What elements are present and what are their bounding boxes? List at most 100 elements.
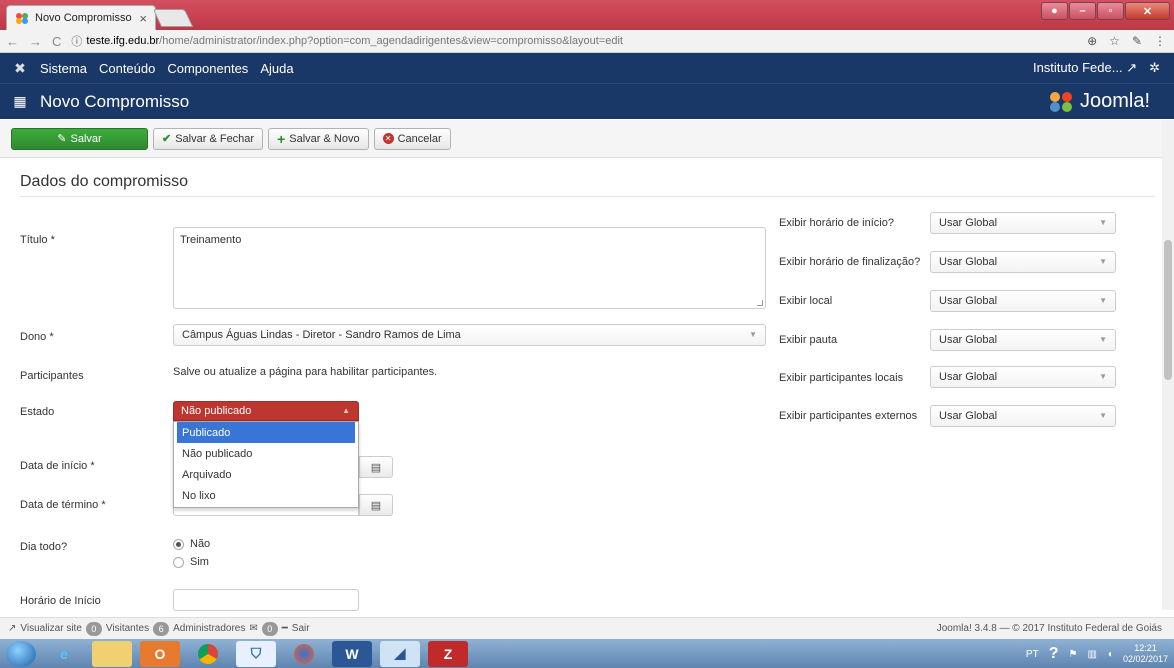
mail-icon: ✉ [249,623,258,634]
firefox-icon[interactable] [284,641,324,667]
joomla-favicon-icon [16,13,28,24]
cancel-icon: ✕ [382,133,394,144]
chevron-down-icon: ▼ [749,330,757,339]
cancel-label: Cancelar [397,132,442,145]
view-site-link[interactable]: Visualizar site [20,623,82,634]
url-field[interactable]: ⓘ teste.ifg.edu.br /home/administrator/i… [71,33,623,49]
extension-icon[interactable]: ✎ [1132,34,1142,48]
dono-label: Dono * [20,331,54,343]
back-icon[interactable]: ← [6,34,19,49]
data-termino-calendar-button[interactable]: ▤ [359,494,393,516]
option-select-5[interactable]: Usar Global ▼ [930,405,1116,427]
calendar-icon: ▤ [370,499,382,512]
horario-inicio-input[interactable] [173,589,359,611]
reload-icon[interactable]: C [52,34,61,49]
estado-option-no-lixo[interactable]: No lixo [174,485,358,506]
address-bar: ← → C ⓘ teste.ifg.edu.br /home/administr… [0,30,1174,53]
estado-option-publicado[interactable]: Publicado [177,422,355,443]
joomla-logo-icon[interactable]: ✖ [0,60,40,77]
minimize-button[interactable]: – [1069,2,1096,20]
check-icon: ✔ [162,133,172,145]
new-tab-button[interactable] [152,9,194,27]
page-scrollbar[interactable] [1162,120,1174,610]
estado-select[interactable]: Não publicado ▲ [173,401,359,421]
participantes-text: Salve ou atualize a página para habilita… [173,366,438,378]
option-select-3[interactable]: Usar Global ▼ [930,329,1116,351]
save-button[interactable]: ✎ Salvar [11,127,148,150]
data-inicio-label: Data de início * [20,460,95,472]
start-button[interactable] [6,640,36,667]
user-icon[interactable]: ● [1041,2,1068,20]
logout-link[interactable]: Sair [292,623,310,634]
section-title: Dados do compromisso [20,173,189,190]
dono-select[interactable]: Câmpus Águas Lindas - Diretor - Sandro R… [173,324,766,346]
admins-badge: 6 [153,621,170,636]
vpn-icon[interactable]: ⛉ [236,640,276,667]
settings-gear-icon[interactable]: ✲ [1149,60,1160,76]
option-select-1[interactable]: Usar Global ▼ [930,251,1116,273]
radio-nao[interactable] [173,538,184,550]
joomla-brand-icon [1049,91,1072,112]
info-icon[interactable]: ⓘ [71,33,82,49]
section-divider [20,196,1155,197]
dia-todo-nao[interactable]: Não [173,538,210,550]
data-inicio-calendar-button[interactable]: ▤ [359,456,393,478]
option-select-0[interactable]: Usar Global ▼ [930,212,1116,234]
chevron-down-icon: ▼ [1099,218,1107,227]
menu-icon[interactable]: ⋮ [1154,34,1166,48]
resize-grip-icon[interactable] [757,300,763,306]
address-actions: ⊕ ☆ ✎ ⋮ [1087,34,1166,48]
language-indicator[interactable]: PT [1026,649,1039,660]
horario-inicio-label: Horário de Início [20,595,101,607]
help-icon[interactable]: ? [1049,645,1059,663]
filezilla-icon[interactable]: Z [428,640,468,667]
radio-sim-label: Sim [190,556,209,568]
menu-conteudo[interactable]: Conteúdo [99,61,155,76]
titulo-label: Título * [20,234,55,246]
close-window-button[interactable]: ✕ [1125,2,1170,20]
tab-title: Novo Compromisso [35,12,132,24]
footer-copyright: Joomla! 3.4.8 — © 2017 Instituto Federal… [936,623,1162,634]
scrollbar-thumb[interactable] [1164,240,1172,380]
flag-icon[interactable]: ⚑ [1068,649,1077,660]
volume-icon[interactable]: ◖ [1107,649,1113,660]
estado-option-nao-publicado[interactable]: Não publicado [174,443,358,464]
menu-ajuda[interactable]: Ajuda [260,61,293,76]
estado-option-arquivado[interactable]: Arquivado [174,464,358,485]
tab-close-icon[interactable]: × [139,11,147,26]
page-header: ▦ Novo Compromisso Joomla! [0,83,1174,119]
page-title: Novo Compromisso [40,91,190,111]
explorer-icon[interactable] [92,640,132,667]
option-select-2[interactable]: Usar Global ▼ [930,290,1116,312]
windows-app-icon[interactable]: ◢ [380,640,420,667]
clock-time: 12:21 [1134,643,1157,653]
option-select-4[interactable]: Usar Global ▼ [930,366,1116,388]
ie-icon[interactable]: e [44,641,84,667]
titulo-value: Treinamento [180,234,242,246]
clock[interactable]: 12:21 02/02/2017 [1123,643,1168,665]
browser-tab[interactable]: Novo Compromisso × [6,5,156,30]
outlook-icon[interactable]: O [140,640,180,667]
save-new-button[interactable]: + Salvar & Novo [268,127,369,150]
dia-todo-sim[interactable]: Sim [173,556,209,568]
calendar-icon: ▤ [370,461,382,474]
site-link[interactable]: Instituto Fede... ↗ [1033,60,1137,76]
save-close-button[interactable]: ✔ Salvar & Fechar [153,127,264,150]
menu-componentes[interactable]: Componentes [167,61,248,76]
radio-sim[interactable] [173,556,184,568]
estado-dropdown: Publicado Não publicado Arquivado No lix… [173,421,359,508]
bookmark-star-icon[interactable]: ☆ [1109,34,1120,48]
zoom-icon[interactable]: ⊕ [1087,34,1097,48]
joomla-brand-text: Joomla! [1079,90,1150,112]
menu-sistema[interactable]: Sistema [40,61,87,76]
cancel-button[interactable]: ✕ Cancelar [373,127,451,150]
word-icon[interactable]: W [332,640,372,667]
option-label-4: Exibir participantes locais [779,372,904,384]
chrome-icon[interactable] [188,641,228,667]
url-path: /home/administrator/index.php?option=com… [159,35,623,47]
site-name: Instituto Fede... [1032,60,1123,75]
titulo-textarea[interactable]: Treinamento [173,227,766,309]
forward-icon[interactable]: → [29,34,42,49]
maximize-button[interactable]: ▫ [1097,2,1124,20]
network-icon[interactable]: ▥ [1087,649,1096,660]
